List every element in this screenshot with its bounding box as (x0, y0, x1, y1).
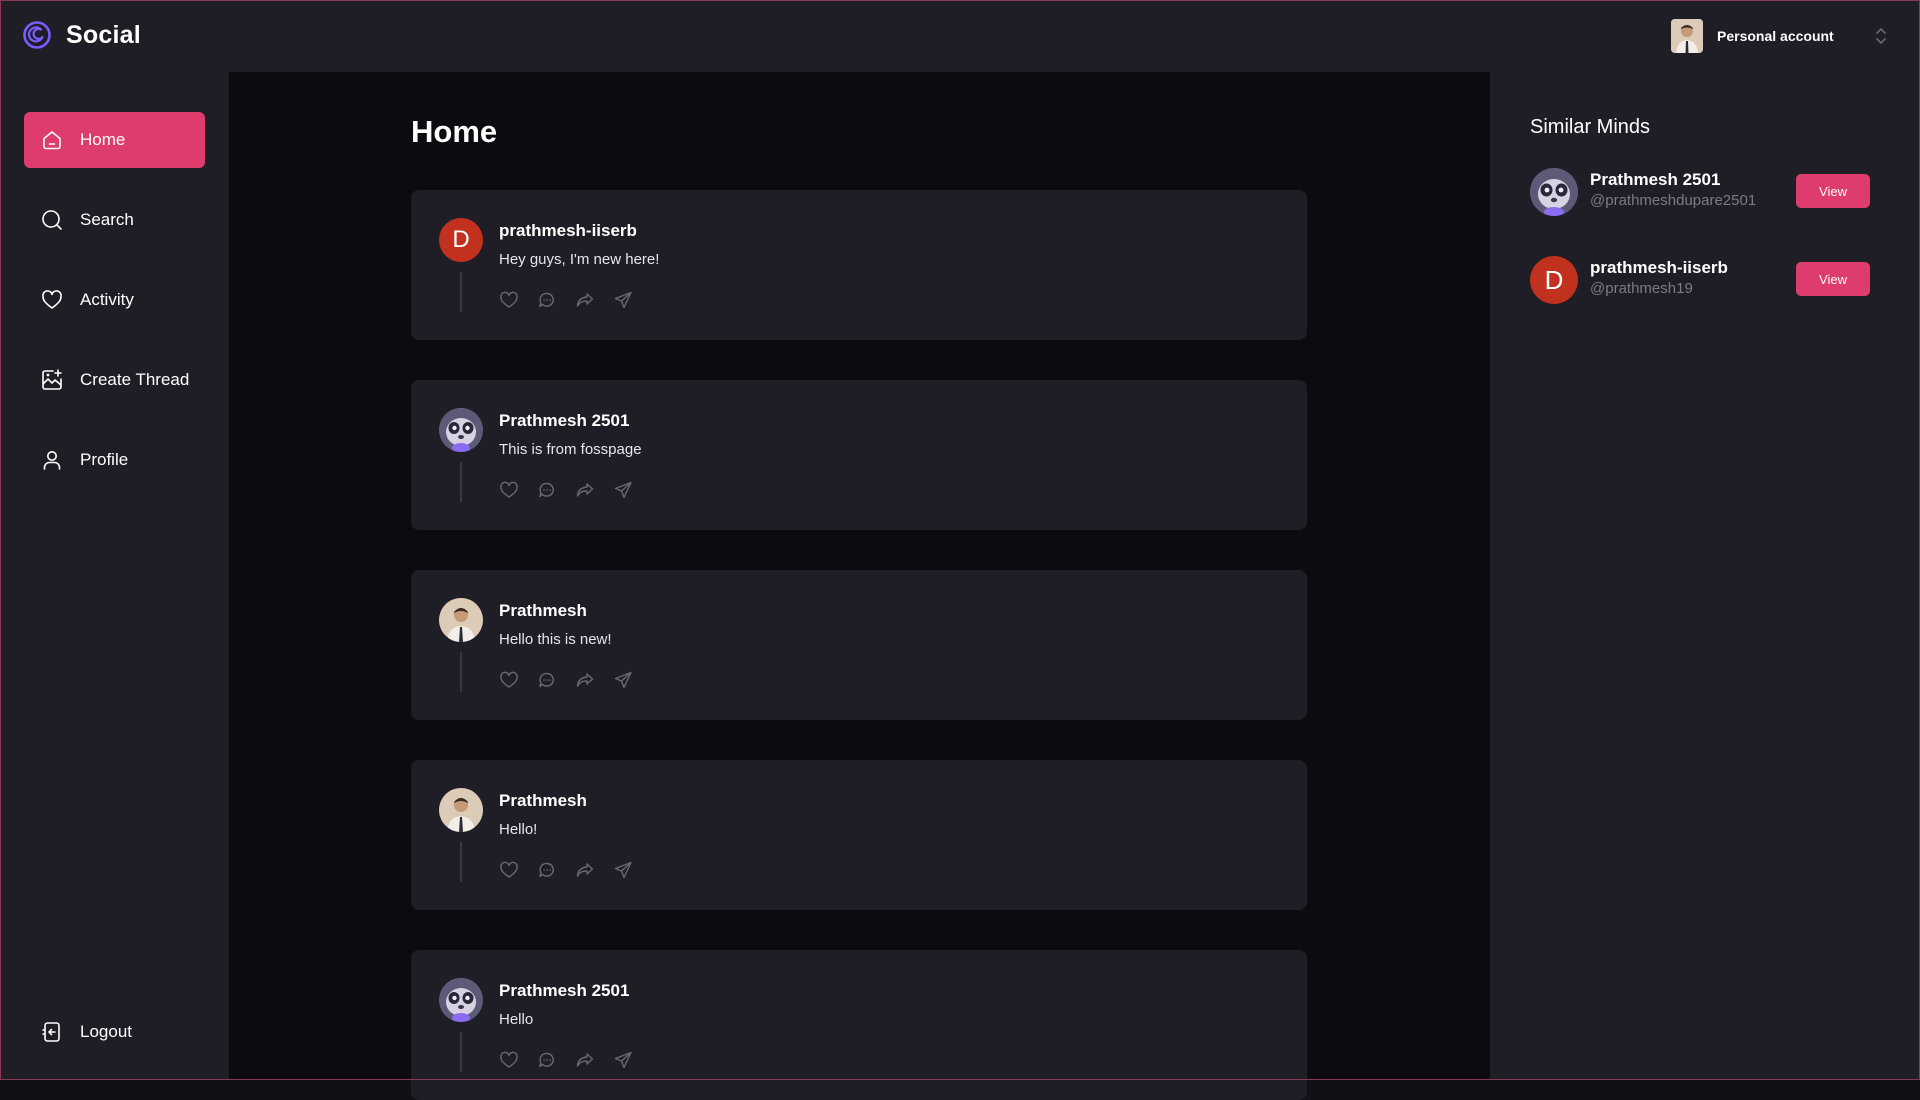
author-avatar[interactable] (439, 788, 483, 832)
author-avatar[interactable] (439, 978, 483, 1022)
reply-icon[interactable] (537, 480, 557, 500)
share-icon[interactable] (613, 480, 633, 500)
thread-card[interactable]: Prathmesh Hello! (411, 760, 1307, 910)
thread-line (460, 652, 462, 692)
share-icon[interactable] (613, 860, 633, 880)
page-title: Home (411, 114, 498, 149)
post-text: Hello! (499, 821, 538, 838)
logo-icon (23, 21, 51, 49)
author-avatar[interactable] (439, 408, 483, 452)
sidebar-item-create-thread[interactable]: Create Thread (24, 352, 205, 408)
thread-line (460, 272, 462, 312)
repost-icon[interactable] (575, 290, 595, 310)
post-text: Hello this is new! (499, 631, 612, 648)
reply-icon[interactable] (537, 860, 557, 880)
reply-icon[interactable] (537, 1050, 557, 1070)
repost-icon[interactable] (575, 670, 595, 690)
suggested-user: D prathmesh-iiserb @prathmesh19 View (1530, 256, 1880, 306)
heart-icon[interactable] (499, 1050, 519, 1070)
right-panel: Similar Minds Prathmesh 2501 @prathmeshd… (1490, 72, 1920, 1080)
main-feed: Home D prathmesh-iiserb Hey guys, I'm ne… (229, 72, 1490, 1100)
post-author[interactable]: Prathmesh (499, 601, 587, 621)
create-thread-icon (42, 369, 62, 390)
author-avatar[interactable] (439, 598, 483, 642)
view-button[interactable]: View (1796, 174, 1870, 208)
sidebar-item-label: Create Thread (80, 370, 190, 389)
heart-icon[interactable] (499, 670, 519, 690)
account-label: Personal account (1717, 28, 1834, 44)
account-avatar (1671, 19, 1703, 53)
share-icon[interactable] (613, 1050, 633, 1070)
post-author[interactable]: Prathmesh 2501 (499, 411, 629, 431)
repost-icon[interactable] (575, 1050, 595, 1070)
panda-avatar (439, 408, 483, 452)
thread-line (460, 1032, 462, 1072)
thread-line (460, 842, 462, 882)
suggested-user: Prathmesh 2501 @prathmeshdupare2501 View (1530, 168, 1880, 218)
logout-icon (42, 1022, 60, 1042)
brand[interactable]: Social (22, 20, 141, 50)
share-icon[interactable] (613, 290, 633, 310)
letter-avatar: D (439, 218, 483, 262)
share-icon[interactable] (613, 670, 633, 690)
view-button[interactable]: View (1796, 262, 1870, 296)
sidebar-item-home[interactable]: Home (24, 112, 205, 168)
user-avatar[interactable]: D (1530, 256, 1578, 304)
post-actions (499, 290, 633, 310)
user-avatar[interactable] (1530, 168, 1578, 216)
reply-icon[interactable] (537, 290, 557, 310)
logout-label: Logout (80, 1022, 132, 1041)
logout-button[interactable]: Logout (24, 1004, 205, 1060)
heart-icon[interactable] (499, 480, 519, 500)
panda-avatar (439, 978, 483, 1022)
post-author[interactable]: Prathmesh (499, 791, 587, 811)
user-handle: @prathmesh19 (1590, 280, 1693, 297)
sidebar-item-search[interactable]: Search (24, 192, 205, 248)
post-actions (499, 670, 633, 690)
sidebar-item-label: Activity (80, 290, 134, 309)
user-name: Prathmesh 2501 (1590, 170, 1721, 189)
post-text: Hello (499, 1011, 534, 1028)
brand-name: Social (66, 20, 141, 49)
person-avatar (439, 788, 483, 832)
heart-icon (42, 290, 62, 309)
chevron-up-down-icon[interactable] (1874, 25, 1888, 47)
sidebar-item-label: Search (80, 210, 134, 229)
post-text: This is from fosspage (499, 441, 642, 458)
user-name: prathmesh-iiserb (1590, 258, 1728, 277)
person-avatar (439, 598, 483, 642)
sidebar-item-label: Profile (80, 450, 129, 469)
post-actions (499, 860, 633, 880)
sidebar-item-profile[interactable]: Profile (24, 432, 205, 488)
post-actions (499, 480, 633, 500)
heart-icon[interactable] (499, 860, 519, 880)
user-icon (43, 451, 61, 470)
author-avatar[interactable]: D (439, 218, 483, 262)
heart-icon[interactable] (499, 290, 519, 310)
thread-card[interactable]: Prathmesh 2501 This is from fosspage (411, 380, 1307, 530)
repost-icon[interactable] (575, 480, 595, 500)
thread-card[interactable]: Prathmesh Hello this is new! (411, 570, 1307, 720)
user-handle: @prathmeshdupare2501 (1590, 192, 1757, 209)
post-actions (499, 1050, 633, 1070)
top-bar: Social Personal account (0, 0, 1920, 72)
panda-avatar (1530, 168, 1578, 216)
post-text: Hey guys, I'm new here! (499, 251, 660, 268)
thread-card[interactable]: D prathmesh-iiserb Hey guys, I'm new her… (411, 190, 1307, 340)
sidebar-item-label: Home (80, 130, 126, 149)
similar-minds-title: Similar Minds (1530, 116, 1651, 138)
repost-icon[interactable] (575, 860, 595, 880)
thread-card[interactable]: Prathmesh 2501 Hello (411, 950, 1307, 1100)
sidebar-item-activity[interactable]: Activity (24, 272, 205, 328)
search-icon (42, 210, 62, 230)
home-icon (43, 131, 61, 150)
post-author[interactable]: Prathmesh 2501 (499, 981, 629, 1001)
account-switcher[interactable]: Personal account (1671, 18, 1888, 54)
post-author[interactable]: prathmesh-iiserb (499, 221, 637, 241)
left-sidebar: Home Search Activity Create Thread Profi… (0, 72, 229, 1080)
reply-icon[interactable] (537, 670, 557, 690)
thread-line (460, 462, 462, 502)
letter-avatar: D (1530, 256, 1578, 304)
